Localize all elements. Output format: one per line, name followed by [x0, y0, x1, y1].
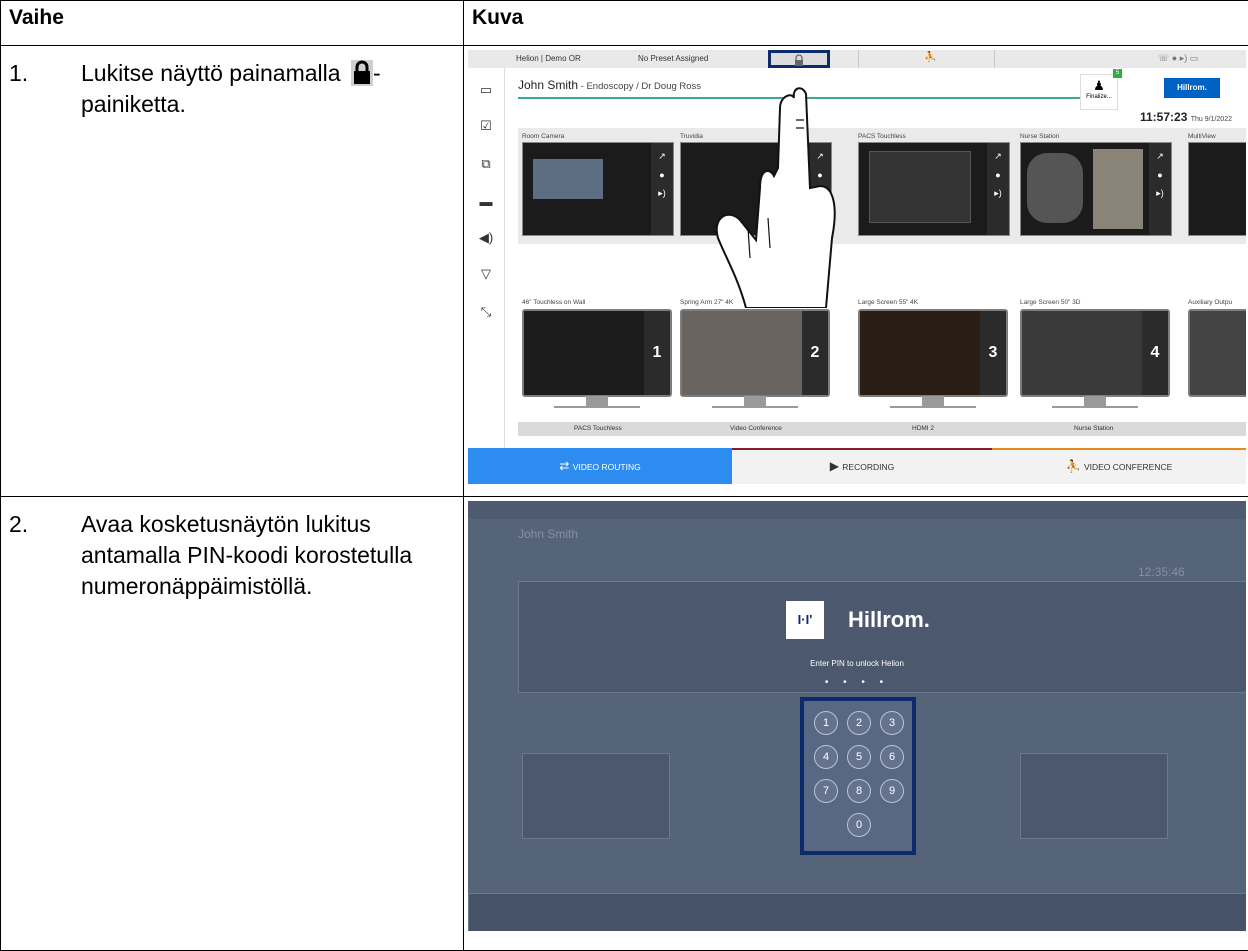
- patient-card-icon[interactable]: ▭: [478, 82, 494, 98]
- status-icons: ☏ ● ▸) ▭: [1158, 53, 1198, 64]
- system-name: Helion | Demo OR: [516, 54, 581, 63]
- finalize-label: Finalize...: [1081, 94, 1117, 100]
- display-label: 46" Touchless on Wall: [522, 299, 585, 306]
- key-8[interactable]: 8: [847, 779, 871, 803]
- display-number: 2: [802, 311, 828, 395]
- conference-icon[interactable]: ⛹: [924, 52, 936, 63]
- bg-time: 12:35:46: [1138, 565, 1185, 579]
- clock: 11:57:23 Thu 9/1/2022: [1140, 110, 1232, 124]
- tab-video-conference[interactable]: ⛹ VIDEO CONFERENCE: [992, 448, 1246, 484]
- camera-control-icon[interactable]: ⤡: [478, 304, 494, 320]
- step-1-image-cell: Helion | Demo OR No Preset Assigned ⛹ ☏ …: [464, 46, 1248, 497]
- checklist-icon[interactable]: ☑: [478, 118, 494, 134]
- source-tile-multiview[interactable]: [1188, 142, 1246, 236]
- display-icon[interactable]: ▬: [478, 194, 494, 210]
- finalize-button[interactable]: ♟Finalize...: [1080, 74, 1118, 110]
- routing-icon: ⇄: [559, 459, 572, 473]
- preset-label: No Preset Assigned: [638, 54, 708, 63]
- tab-label: VIDEO ROUTING: [573, 462, 641, 472]
- key-6[interactable]: 6: [880, 745, 904, 769]
- step-text-part: Lukitse näyttö painamalla: [81, 60, 347, 86]
- bg-monitor: [522, 753, 670, 839]
- brand-name: Hillrom.: [848, 607, 930, 633]
- pin-dots: • • • •: [468, 677, 1246, 688]
- notification-badge: 5: [1113, 69, 1122, 78]
- display-number: 4: [1142, 311, 1168, 395]
- unlock-prompt: Enter PIN to unlock Helion: [468, 659, 1246, 668]
- step-2-cell: 2. Avaa kosketusnäytön lukitus antamalla…: [1, 497, 464, 951]
- light-icon[interactable]: ▽: [478, 266, 494, 282]
- source-label: Truvidia: [680, 133, 703, 140]
- pin-keypad: 1 2 3 4 5 6 7 8 9 0: [800, 697, 916, 855]
- key-7[interactable]: 7: [814, 779, 838, 803]
- display-label: Large Screen 55" 4K: [858, 299, 918, 306]
- patient-detail: - Endoscopy / Dr Doug Ross: [578, 81, 701, 92]
- assigned-sources-bar: PACS Touchless Video Conference HDMI 2 N…: [518, 422, 1246, 436]
- bg-monitor: [1020, 753, 1168, 839]
- lock-button[interactable]: [768, 50, 830, 68]
- step-text: Avaa kosketusnäytön lukitus antamalla PI…: [81, 509, 455, 602]
- conference-tab-icon: ⛹: [1066, 459, 1084, 473]
- step-number: 1.: [9, 58, 81, 120]
- tab-label: RECORDING: [842, 462, 894, 472]
- procedure-table: Vaihe Kuva 1. Lukitse näyttö painamalla …: [0, 0, 1248, 951]
- lock-icon: [351, 60, 373, 86]
- top-bar: Helion | Demo OR No Preset Assigned ⛹ ☏ …: [468, 50, 1246, 68]
- tab-label: VIDEO CONFERENCE: [1084, 462, 1172, 472]
- display-number: 1: [644, 311, 670, 395]
- step-1-cell: 1. Lukitse näyttö painamalla -painiketta…: [1, 46, 464, 497]
- source-label: PACS Touchless: [858, 133, 906, 140]
- screenshot-lock: Helion | Demo OR No Preset Assigned ⛹ ☏ …: [468, 50, 1246, 484]
- step-text: Lukitse näyttö painamalla -painiketta.: [81, 58, 455, 120]
- pointing-hand-illustration: [708, 68, 848, 308]
- source-tile-nurse-station[interactable]: ↗●▸): [1020, 142, 1172, 236]
- hillrom-logo-icon: I·I': [786, 601, 824, 639]
- display-label: Large Screen 50" 3D: [1020, 299, 1080, 306]
- audio-icon[interactable]: ◀): [478, 230, 494, 246]
- brand-logo: Hillrom.: [1164, 78, 1220, 98]
- date: Thu 9/1/2022: [1191, 116, 1232, 123]
- key-1[interactable]: 1: [814, 711, 838, 735]
- assigned-source: HDMI 2: [912, 425, 934, 432]
- step-2-image-cell: John Smith 12:35:46 I·I' Hillrom. Enter …: [464, 497, 1248, 951]
- tab-recording[interactable]: ▶ RECORDING: [732, 448, 992, 484]
- display-label: Auxiliary Outpu: [1188, 299, 1232, 306]
- key-0[interactable]: 0: [847, 813, 871, 837]
- key-9[interactable]: 9: [880, 779, 904, 803]
- recording-icon: ▶: [830, 459, 843, 473]
- display-monitor-1[interactable]: 1: [522, 309, 670, 421]
- step-number: 2.: [9, 509, 81, 602]
- bottom-tabs: ⇄ VIDEO ROUTING ▶ RECORDING ⛹ VIDEO CONF…: [468, 448, 1246, 484]
- key-2[interactable]: 2: [847, 711, 871, 735]
- header-image: Kuva: [464, 1, 1248, 46]
- layout-icon[interactable]: ⧉: [478, 156, 494, 172]
- bg-tabs: [468, 893, 1246, 931]
- display-number: 3: [980, 311, 1006, 395]
- display-monitor-2[interactable]: 2: [680, 309, 828, 421]
- display-monitor-aux[interactable]: [1188, 309, 1246, 421]
- time: 11:57:23: [1140, 110, 1187, 124]
- source-label: MultiView: [1188, 133, 1216, 140]
- bg-patient: John Smith: [518, 527, 578, 541]
- key-5[interactable]: 5: [847, 745, 871, 769]
- source-label: Nurse Station: [1020, 133, 1059, 140]
- screenshot-unlock: John Smith 12:35:46 I·I' Hillrom. Enter …: [468, 501, 1246, 931]
- patient-title: John Smith - Endoscopy / Dr Doug Ross: [518, 78, 701, 92]
- assigned-source: PACS Touchless: [574, 425, 622, 432]
- patient-name: John Smith: [518, 78, 578, 92]
- source-tile-room-camera[interactable]: ↗●▸): [522, 142, 674, 236]
- assigned-source: Video Conference: [730, 425, 782, 432]
- key-4[interactable]: 4: [814, 745, 838, 769]
- display-monitor-3[interactable]: 3: [858, 309, 1006, 421]
- display-monitor-4[interactable]: 4: [1020, 309, 1168, 421]
- sidebar: ▭ ☑ ⧉ ▬ ◀) ▽ ⤡: [468, 68, 505, 482]
- key-3[interactable]: 3: [880, 711, 904, 735]
- source-tile-pacs[interactable]: ↗●▸): [858, 142, 1010, 236]
- header-step: Vaihe: [1, 1, 464, 46]
- assigned-source: Nurse Station: [1074, 425, 1113, 432]
- tab-video-routing[interactable]: ⇄ VIDEO ROUTING: [468, 448, 732, 484]
- user-check-icon: ♟: [1081, 78, 1117, 94]
- source-label: Room Camera: [522, 133, 564, 140]
